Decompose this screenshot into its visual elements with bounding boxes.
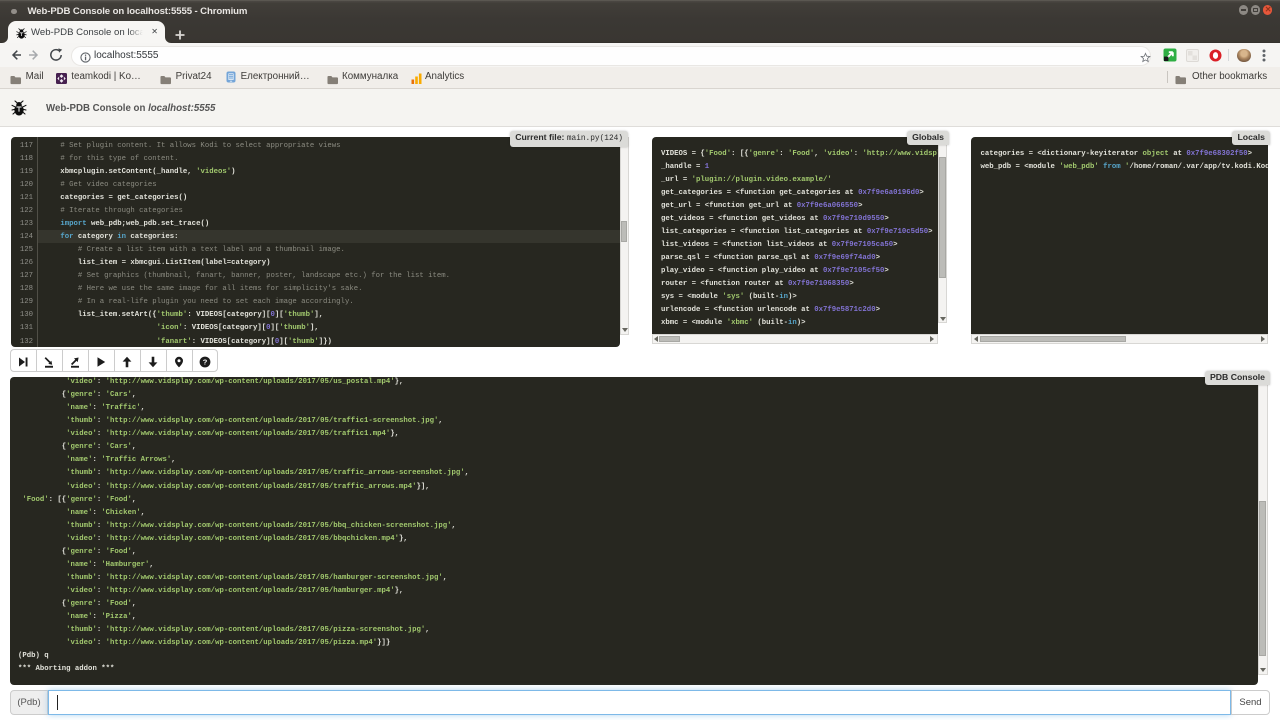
- svg-text:?: ?: [203, 357, 208, 366]
